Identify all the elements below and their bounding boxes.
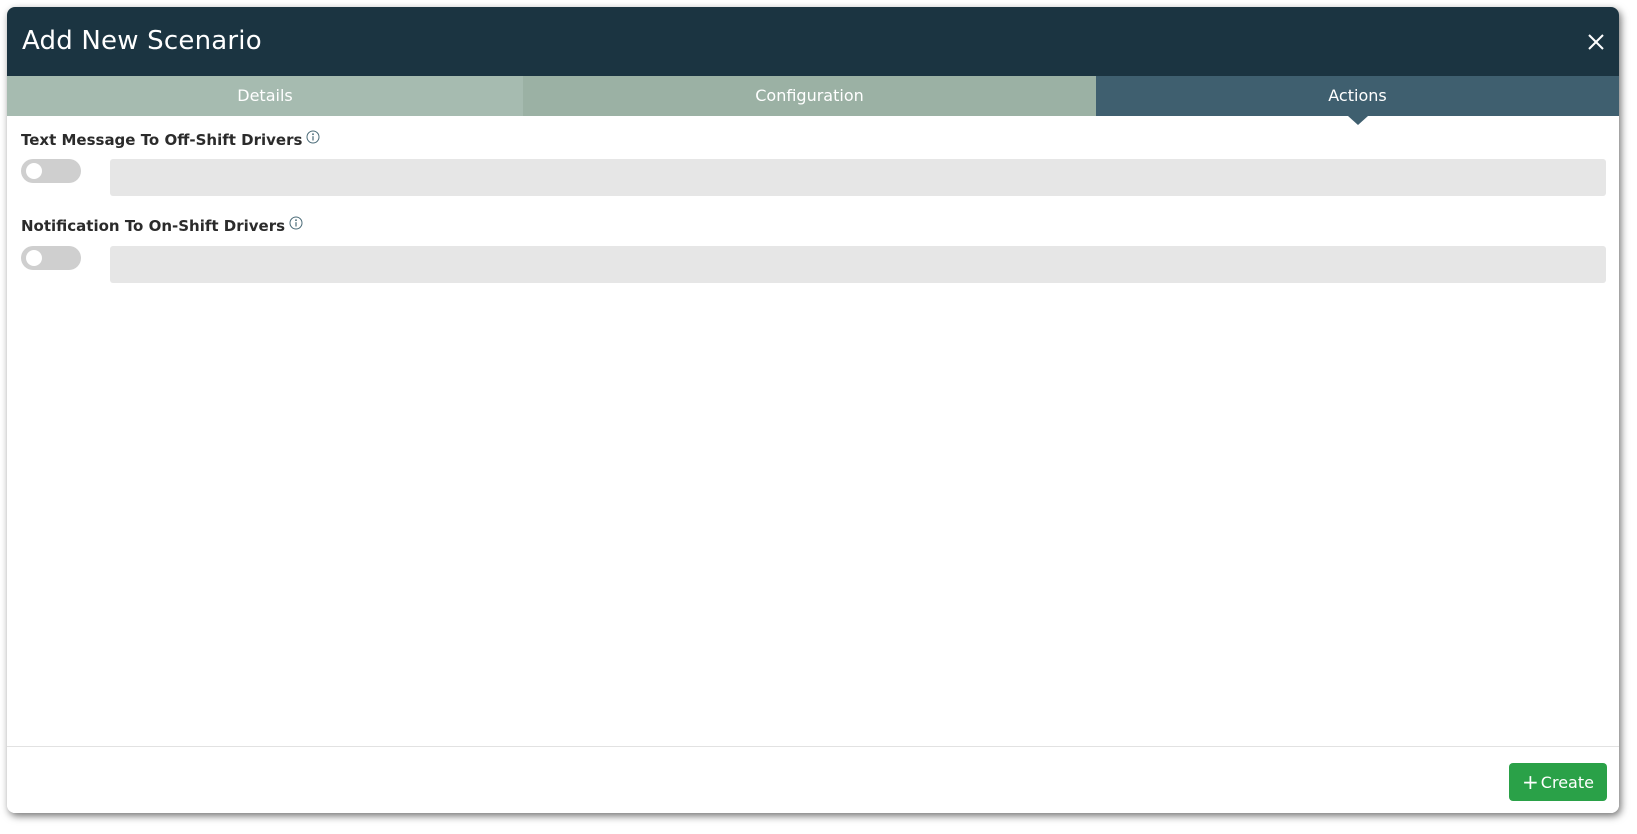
off-shift-text-field[interactable] [110,159,1606,196]
on-shift-notification-label: Notification To On-Shift Drivers [21,216,303,236]
tab-actions[interactable]: Actions [1096,76,1619,125]
create-button[interactable]: + Create [1509,763,1607,801]
off-shift-text-label: Text Message To Off-Shift Drivers [21,130,320,150]
on-shift-notification-field[interactable] [110,246,1606,283]
create-button-label: Create [1540,773,1594,792]
active-tab-caret [1347,116,1368,125]
off-shift-text-toggle[interactable] [21,159,81,183]
info-icon[interactable] [306,129,320,149]
add-scenario-modal: Add New Scenario Details Configuration A… [7,7,1619,813]
tab-configuration[interactable]: Configuration [523,76,1096,116]
modal-header: Add New Scenario [7,7,1619,76]
tab-actions-label: Actions [1328,86,1387,105]
on-shift-notification-label-text: Notification To On-Shift Drivers [21,217,286,235]
plus-icon: + [1522,770,1539,794]
modal-title: Add New Scenario [22,26,262,56]
close-icon[interactable] [1585,31,1607,53]
tab-bar: Details Configuration Actions [7,76,1619,125]
tab-details[interactable]: Details [7,76,523,116]
toggle-knob [26,250,42,266]
toggle-knob [26,163,42,179]
modal-footer: + Create [7,746,1619,813]
off-shift-text-label-text: Text Message To Off-Shift Drivers [21,131,303,149]
info-icon[interactable] [289,215,303,235]
on-shift-notification-toggle[interactable] [21,246,81,270]
